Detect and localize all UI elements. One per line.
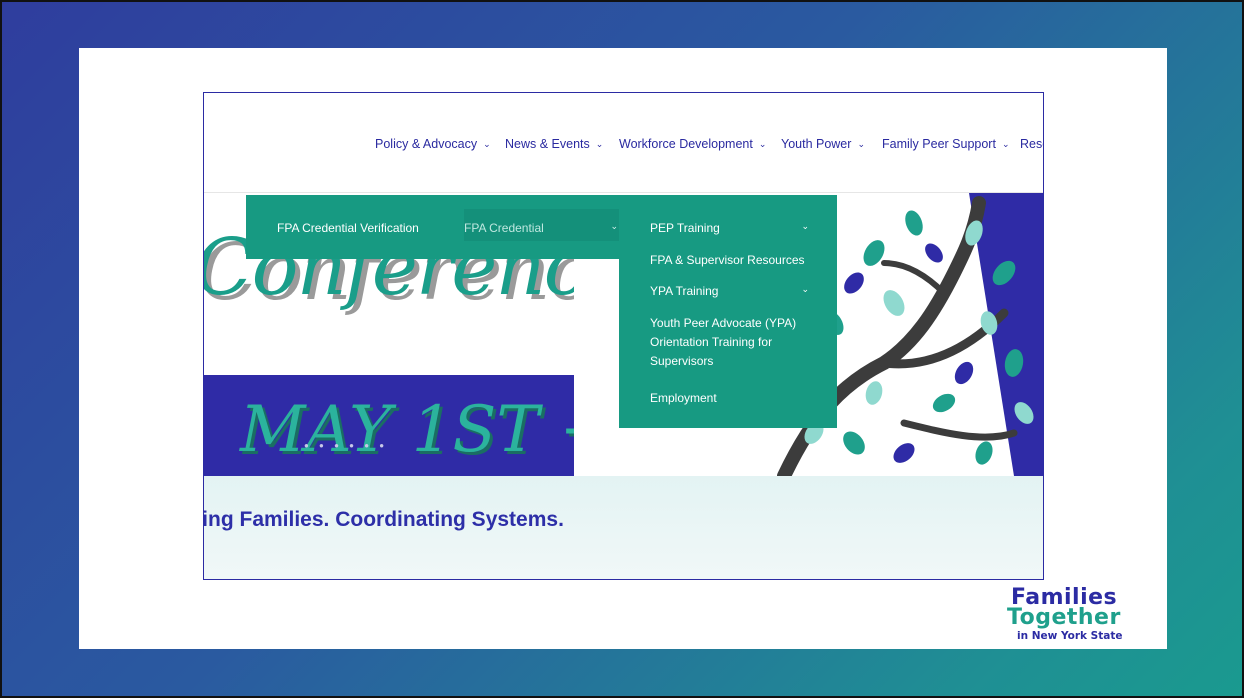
nav-item-label: Youth Power [781,137,852,151]
chevron-down-icon: ⌄ [1001,139,1010,149]
website-screenshot: Policy & Advocacy ⌄ News & Events ⌄ Workfo… [203,92,1044,580]
menu-item-ypa-training[interactable]: YPA Training [650,282,718,301]
chevron-down-icon: ⌄ [610,221,618,231]
chevron-down-icon: ⌄ [801,221,809,231]
nav-item-label: Workforce Development [619,137,753,151]
main-nav: Policy & Advocacy ⌄ News & Events ⌄ Workfo… [204,93,1043,193]
chevron-down-icon: ⌄ [483,139,491,149]
nav-item-workforce-development[interactable]: Workforce Development ⌄ [619,137,766,151]
carousel-dots[interactable]: ● ● ● ● ● ● [304,441,388,450]
nav-item-label: Policy & Advocacy [375,137,478,151]
menu-item-fpa-credential[interactable]: FPA Credential ⌄ [464,209,634,241]
chevron-down-icon: ⌄ [758,139,767,149]
nav-item-label: News & Events [505,137,590,151]
menu-item-ypa-orientation-training[interactable]: Youth Peer Advocate (YPA) Orientation Tr… [650,314,810,371]
nav-item-resources[interactable]: Reso [1020,137,1043,151]
nav-item-policy-advocacy[interactable]: Policy & Advocacy ⌄ [375,137,491,151]
nav-item-label: Family Peer Support [882,137,996,151]
nav-item-news-events[interactable]: News & Events ⌄ [505,137,603,151]
chevron-down-icon: ⌄ [801,284,809,294]
submenu-workforce-development: FPA Credential Verification FPA Credenti… [246,195,634,259]
slide-card: Policy & Advocacy ⌄ News & Events ⌄ Workfo… [79,48,1167,649]
tagline-text: ring Families. Coordinating Systems. [203,508,564,531]
menu-item-employment[interactable]: Employment [650,389,717,408]
submenu-fpa-credential: PEP Training ⌄ FPA & Supervisor Resource… [619,195,837,428]
logo-line-together: Together [1007,605,1121,630]
families-together-logo: Families Together in New York State [1007,585,1157,645]
menu-item-pep-training[interactable]: PEP Training [650,219,720,238]
nav-item-label: Reso [1020,137,1043,151]
nav-item-family-peer-support[interactable]: Family Peer Support ⌄ [882,137,1009,151]
chevron-down-icon: ⌄ [595,139,604,149]
menu-item-label: FPA Credential [464,221,544,235]
logo-line-state: in New York State [1017,630,1123,642]
chevron-down-icon: ⌄ [857,139,865,149]
menu-item-fpa-credential-verification[interactable]: FPA Credential Verification [277,221,419,235]
menu-item-fpa-supervisor-resources[interactable]: FPA & Supervisor Resources [650,251,805,270]
nav-item-youth-power[interactable]: Youth Power ⌄ [781,137,865,151]
tagline-section: ring Families. Coordinating Systems. [203,476,1043,579]
